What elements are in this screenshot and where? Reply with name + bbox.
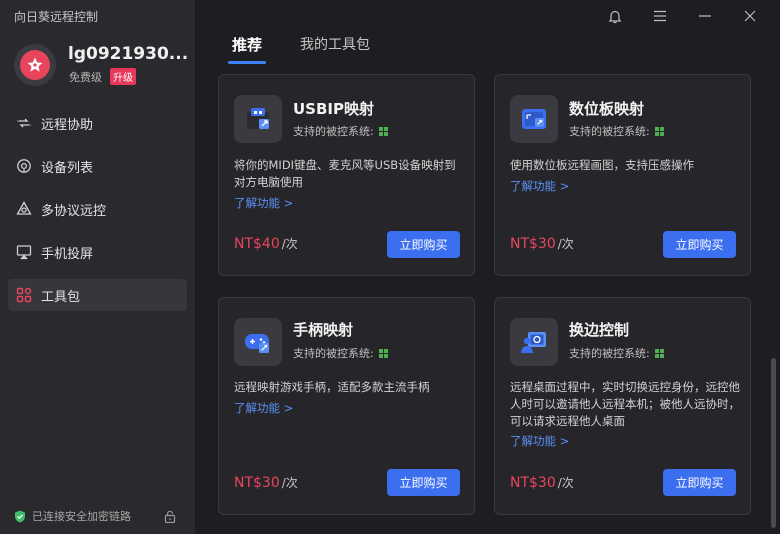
upgrade-badge[interactable]: 升级: [110, 68, 136, 85]
tab-my-toolkit[interactable]: 我的工具包: [300, 34, 370, 55]
sidebar-item-toolkit[interactable]: 工具包: [8, 279, 187, 311]
tab-recommended[interactable]: 推荐: [227, 34, 267, 64]
tab-bar: 推荐 我的工具包: [227, 34, 408, 64]
avatar[interactable]: [14, 44, 56, 86]
supported-systems: 支持的被控系统:: [293, 345, 388, 361]
buy-now-button[interactable]: 立即购买: [387, 469, 460, 496]
secure-text: 已连接安全加密链路: [32, 510, 131, 523]
learn-more-link[interactable]: 了解功能 >: [510, 178, 569, 194]
sidebar-item-remote-assist[interactable]: 远程协助: [8, 107, 187, 139]
tool-card-tablet: 数位板映射 支持的被控系统: 使用数位板远程画图，支持压感操作 了解功能 > N…: [494, 74, 751, 276]
notification-bell-button[interactable]: [592, 6, 637, 26]
hamburger-menu-icon: [653, 10, 667, 22]
windows-icon: [378, 126, 388, 136]
price-value: NT$30: [234, 475, 280, 491]
sidebar-item-label: 工具包: [41, 289, 81, 305]
tool-card-gamepad: 手柄映射 支持的被控系统: 远程映射游戏手柄，适配多款主流手柄 了解功能 > N…: [218, 297, 475, 515]
minimize-button[interactable]: [682, 6, 727, 26]
screen-cast-icon: [15, 243, 33, 261]
window-controls: [592, 6, 772, 26]
multi-protocol-icon: [15, 200, 33, 218]
card-title: 手柄映射: [293, 321, 354, 339]
minimize-icon: [698, 15, 712, 17]
shield-check-icon: [14, 510, 26, 523]
learn-more-link[interactable]: 了解功能 >: [510, 433, 569, 449]
sidebar-item-device-list[interactable]: 设备列表: [8, 150, 187, 182]
tool-card-switch-control: 换边控制 支持的被控系统: 远程桌面过程中，实时切换远控身份，远控他人时可以邀请…: [494, 297, 751, 515]
supported-systems: 支持的被控系统:: [293, 123, 388, 139]
price-unit: /次: [281, 237, 298, 251]
price: NT$30 /次: [510, 474, 574, 491]
price-value: NT$30: [510, 236, 556, 252]
buy-now-button[interactable]: 立即购买: [387, 231, 460, 258]
price: NT$30 /次: [510, 235, 574, 252]
card-description: 使用数位板远程画图，支持压感操作: [510, 158, 694, 172]
tool-card-usbip: USBIP映射 支持的被控系统: 将你的MIDI键盘、麦克风等USB设备映射到对…: [218, 74, 475, 276]
main-panel: 推荐 我的工具包 USBIP映射 支持的被控系统: 将你的MIDI键盘、麦克风等…: [195, 0, 780, 534]
remote-assist-icon: [15, 114, 33, 132]
windows-icon: [654, 348, 664, 358]
sidebar-item-multi-protocol[interactable]: 多协议远控: [8, 193, 187, 225]
close-icon: [744, 10, 756, 22]
card-description: 远程桌面过程中，实时切换远控身份，远控他人时可以邀请他人远程本机；被他人远协时，…: [510, 380, 740, 428]
sidebar-nav: 远程协助 设备列表 多协议远控 手机投屏 工具包: [8, 107, 187, 322]
price-value: NT$30: [510, 475, 556, 491]
secure-connection-status: 已连接安全加密链路: [14, 508, 131, 524]
user-level: 免费级: [69, 71, 102, 84]
windows-icon: [654, 126, 664, 136]
card-description: 将你的MIDI键盘、麦克风等USB设备映射到对方电脑使用: [234, 158, 456, 189]
price-unit: /次: [281, 476, 298, 490]
price-unit: /次: [557, 237, 574, 251]
tablet-icon: [510, 95, 558, 143]
sidebar-item-label: 多协议远控: [41, 203, 107, 219]
card-title: 数位板映射: [569, 100, 645, 118]
card-title: USBIP映射: [293, 100, 374, 118]
card-title: 换边控制: [569, 321, 630, 339]
buy-now-button[interactable]: 立即购买: [663, 231, 736, 258]
supported-systems-label: 支持的被控系统:: [569, 125, 650, 138]
sidebar-item-label: 远程协助: [41, 117, 94, 133]
price-value: NT$40: [234, 236, 280, 252]
device-list-icon: [15, 157, 33, 175]
username: lg0921930...: [68, 44, 189, 64]
gamepad-icon: [234, 318, 282, 366]
supported-systems-label: 支持的被控系统:: [569, 347, 650, 360]
sidebar-item-screen-cast[interactable]: 手机投屏: [8, 236, 187, 268]
price: NT$30 /次: [234, 474, 298, 491]
buy-now-button[interactable]: 立即购买: [663, 469, 736, 496]
supported-systems-label: 支持的被控系统:: [293, 347, 374, 360]
lock-icon[interactable]: [164, 508, 176, 527]
learn-more-link[interactable]: 了解功能 >: [234, 195, 293, 211]
sidebar-item-label: 设备列表: [41, 160, 94, 176]
scrollbar[interactable]: [771, 358, 776, 528]
supported-systems: 支持的被控系统:: [569, 123, 664, 139]
card-description: 远程映射游戏手柄，适配多款主流手柄: [234, 380, 430, 394]
supported-systems-label: 支持的被控系统:: [293, 125, 374, 138]
windows-icon: [378, 348, 388, 358]
star-icon: [20, 50, 50, 80]
bell-icon: [608, 9, 622, 24]
sidebar: 向日葵远程控制 lg0921930... 免费级 升级 远程协助 设备列表 多协…: [0, 0, 195, 534]
price: NT$40 /次: [234, 235, 298, 252]
sidebar-item-label: 手机投屏: [41, 246, 94, 262]
usb-icon: [234, 95, 282, 143]
toolkit-icon: [15, 286, 33, 304]
switch-control-icon: [510, 318, 558, 366]
close-button[interactable]: [727, 6, 772, 26]
menu-button[interactable]: [637, 6, 682, 26]
learn-more-link[interactable]: 了解功能 >: [234, 400, 293, 416]
price-unit: /次: [557, 476, 574, 490]
supported-systems: 支持的被控系统:: [569, 345, 664, 361]
app-title: 向日葵远程控制: [14, 10, 99, 24]
